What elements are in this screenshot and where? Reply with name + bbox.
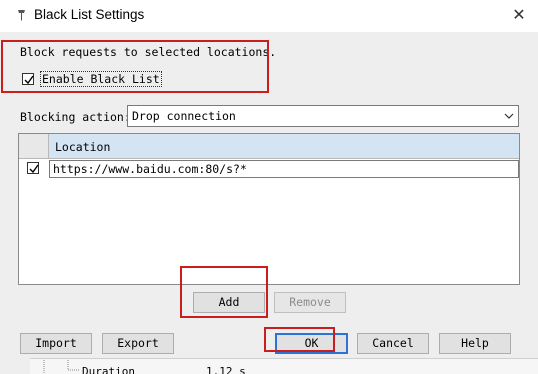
column-header-location[interactable]: Location bbox=[49, 134, 519, 158]
cancel-button[interactable]: Cancel bbox=[357, 333, 429, 354]
remove-button[interactable]: Remove bbox=[274, 292, 346, 313]
help-button[interactable]: Help bbox=[439, 333, 511, 354]
checkmark-icon bbox=[29, 164, 39, 174]
highlight-enable-section bbox=[1, 40, 269, 93]
export-button[interactable]: Export bbox=[102, 333, 174, 354]
close-icon[interactable]: ✕ bbox=[510, 6, 528, 24]
chevron-down-icon bbox=[504, 113, 514, 119]
title-bar: Black List Settings ✕ bbox=[0, 0, 538, 32]
blocking-action-select[interactable]: Drop connection bbox=[127, 105, 519, 127]
blocking-action-label: Blocking action: bbox=[20, 110, 131, 124]
background-duration-label: Duration bbox=[82, 365, 135, 374]
locations-table: Location https://www.baidu.com:80/s?* bbox=[18, 133, 520, 285]
header-check-column[interactable] bbox=[19, 134, 49, 158]
table-row[interactable]: https://www.baidu.com:80/s?* bbox=[19, 160, 519, 178]
highlight-add-button bbox=[180, 266, 268, 318]
tree-connector-icon bbox=[43, 360, 80, 374]
blocking-action-value: Drop connection bbox=[132, 109, 236, 123]
row-checkbox[interactable] bbox=[27, 162, 39, 174]
background-duration-value: 1.12 s bbox=[206, 365, 246, 374]
location-cell[interactable]: https://www.baidu.com:80/s?* bbox=[49, 160, 519, 178]
window-title: Black List Settings bbox=[34, 7, 145, 22]
highlight-ok-button bbox=[264, 327, 335, 352]
table-header: Location bbox=[19, 134, 519, 159]
import-button[interactable]: Import bbox=[20, 333, 92, 354]
app-icon bbox=[18, 10, 25, 21]
